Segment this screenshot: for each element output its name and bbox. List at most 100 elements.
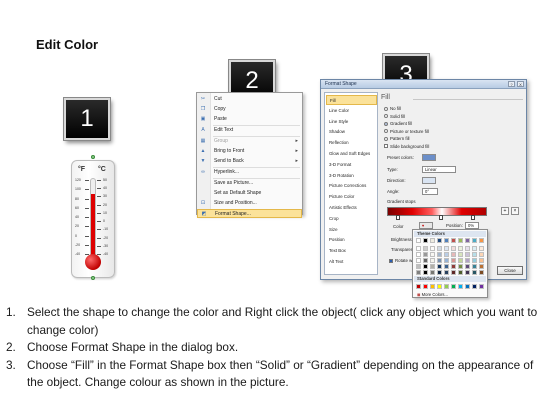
remove-stop-button[interactable]: × xyxy=(511,207,519,215)
theme-color-swatch[interactable] xyxy=(437,238,442,243)
more-colors-link[interactable]: ◼ More Colors... xyxy=(417,292,448,297)
nav-item-position[interactable]: Position xyxy=(326,235,377,245)
nav-item-shadow[interactable]: Shadow xyxy=(326,127,377,137)
theme-color-swatch[interactable] xyxy=(416,252,421,257)
menu-item-format-shape[interactable]: ◩ Format Shape... xyxy=(197,209,302,218)
menu-item-send-to-back[interactable]: ▼ Send to Back ▸ xyxy=(197,157,302,166)
theme-color-swatch[interactable] xyxy=(430,252,435,257)
nav-item-line-style[interactable]: Line Style xyxy=(326,117,377,127)
menu-item-hyperlink[interactable]: ∞ Hyperlink... xyxy=(197,168,302,177)
theme-color-swatch[interactable] xyxy=(430,270,435,275)
theme-color-swatch[interactable] xyxy=(430,246,435,251)
theme-color-swatch[interactable] xyxy=(416,270,421,275)
menu-item-paste[interactable]: ▣ Paste xyxy=(197,115,302,124)
theme-color-swatch[interactable] xyxy=(465,258,470,263)
radio-picture-or-texture-fill[interactable]: Picture or texture fill xyxy=(384,129,429,135)
theme-color-swatch[interactable] xyxy=(451,258,456,263)
nav-item-picture-corrections[interactable]: Picture Corrections xyxy=(326,181,377,191)
theme-color-swatch[interactable] xyxy=(444,270,449,275)
menu-item-copy[interactable]: ❐ Copy xyxy=(197,105,302,114)
theme-color-swatch[interactable] xyxy=(479,238,484,243)
theme-color-swatch[interactable] xyxy=(458,246,463,251)
theme-color-swatch[interactable] xyxy=(444,252,449,257)
standard-color-swatch[interactable] xyxy=(479,284,484,289)
standard-color-swatch[interactable] xyxy=(416,284,421,289)
standard-color-swatch[interactable] xyxy=(472,284,477,289)
theme-color-swatch[interactable] xyxy=(423,270,428,275)
theme-color-swatch[interactable] xyxy=(458,258,463,263)
theme-color-swatch[interactable] xyxy=(451,238,456,243)
theme-color-swatch[interactable] xyxy=(465,270,470,275)
selection-handle[interactable] xyxy=(91,276,95,280)
nav-item-artistic-effects[interactable]: Artistic Effects xyxy=(326,203,377,213)
theme-color-swatch[interactable] xyxy=(423,246,428,251)
theme-color-swatch[interactable] xyxy=(444,258,449,263)
nav-item-reflection[interactable]: Reflection xyxy=(326,138,377,148)
theme-color-swatch[interactable] xyxy=(479,264,484,269)
theme-color-swatch[interactable] xyxy=(479,246,484,251)
add-stop-button[interactable]: + xyxy=(501,207,509,215)
theme-color-swatch[interactable] xyxy=(465,264,470,269)
menu-item-edit-text[interactable]: A Edit Text xyxy=(197,126,302,135)
theme-color-swatch[interactable] xyxy=(472,246,477,251)
checkbox-slide-background-fill[interactable]: Slide background fill xyxy=(384,144,429,150)
theme-color-swatch[interactable] xyxy=(472,252,477,257)
thermometer-shape[interactable]: °F °C 120 100 80 60 40 20 0 -20 -40 50 40 30 20 10 0 -1… xyxy=(71,160,115,278)
dialog-close-button[interactable]: Close xyxy=(497,266,523,275)
gradient-stop[interactable] xyxy=(439,215,443,220)
nav-item-glow-and-soft-edges[interactable]: Glow and Soft Edges xyxy=(326,149,377,159)
standard-color-swatch[interactable] xyxy=(423,284,428,289)
theme-color-swatch[interactable] xyxy=(416,258,421,263)
theme-color-swatch[interactable] xyxy=(416,238,421,243)
type-dropdown[interactable]: Linear xyxy=(422,166,456,173)
nav-item-3-d-format[interactable]: 3-D Format xyxy=(326,160,377,170)
theme-color-swatch[interactable] xyxy=(430,264,435,269)
theme-color-swatch[interactable] xyxy=(423,238,428,243)
selection-handle[interactable] xyxy=(91,155,95,159)
theme-color-swatch[interactable] xyxy=(458,264,463,269)
nav-item-crop[interactable]: Crop xyxy=(326,214,377,224)
theme-color-swatch[interactable] xyxy=(472,270,477,275)
theme-color-swatch[interactable] xyxy=(423,264,428,269)
theme-color-swatch[interactable] xyxy=(430,238,435,243)
help-button[interactable]: ? xyxy=(508,81,515,87)
nav-item-text-box[interactable]: Text Box xyxy=(326,246,377,256)
theme-color-swatch[interactable] xyxy=(458,238,463,243)
menu-item-cut[interactable]: ✂ Cut xyxy=(197,95,302,104)
theme-color-swatch[interactable] xyxy=(437,258,442,263)
theme-color-swatch[interactable] xyxy=(465,252,470,257)
radio-pattern-fill[interactable]: Pattern fill xyxy=(384,136,410,142)
theme-color-swatch[interactable] xyxy=(437,264,442,269)
menu-item-save-as-picture[interactable]: Save as Picture... xyxy=(197,179,302,188)
standard-color-swatch[interactable] xyxy=(451,284,456,289)
theme-color-swatch[interactable] xyxy=(458,270,463,275)
theme-color-swatch[interactable] xyxy=(472,238,477,243)
theme-color-swatch[interactable] xyxy=(423,258,428,263)
theme-color-swatch[interactable] xyxy=(423,252,428,257)
theme-color-swatch[interactable] xyxy=(444,264,449,269)
theme-color-swatch[interactable] xyxy=(458,252,463,257)
theme-color-swatch[interactable] xyxy=(479,270,484,275)
theme-color-swatch[interactable] xyxy=(451,246,456,251)
theme-color-swatch[interactable] xyxy=(451,252,456,257)
standard-color-swatch[interactable] xyxy=(458,284,463,289)
theme-color-swatch[interactable] xyxy=(451,270,456,275)
gradient-stop[interactable] xyxy=(396,215,400,220)
standard-color-swatch[interactable] xyxy=(430,284,435,289)
theme-color-swatch[interactable] xyxy=(465,246,470,251)
theme-color-swatch[interactable] xyxy=(437,246,442,251)
theme-color-swatch[interactable] xyxy=(444,246,449,251)
theme-color-swatch[interactable] xyxy=(437,270,442,275)
radio-no-fill[interactable]: No fill xyxy=(384,106,401,112)
nav-item-alt-text[interactable]: Alt Text xyxy=(326,257,377,267)
standard-color-swatch[interactable] xyxy=(444,284,449,289)
nav-item-line-color[interactable]: Line Color xyxy=(326,106,377,116)
menu-item-group[interactable]: ▦ Group ▸ xyxy=(197,137,302,146)
theme-color-swatch[interactable] xyxy=(472,264,477,269)
standard-color-swatch[interactable] xyxy=(437,284,442,289)
theme-color-swatch[interactable] xyxy=(451,264,456,269)
radio-solid-fill[interactable]: Solid fill xyxy=(384,114,405,120)
theme-color-swatch[interactable] xyxy=(444,238,449,243)
nav-item-fill[interactable]: Fill xyxy=(326,95,377,105)
close-x-button[interactable]: X xyxy=(517,81,524,87)
